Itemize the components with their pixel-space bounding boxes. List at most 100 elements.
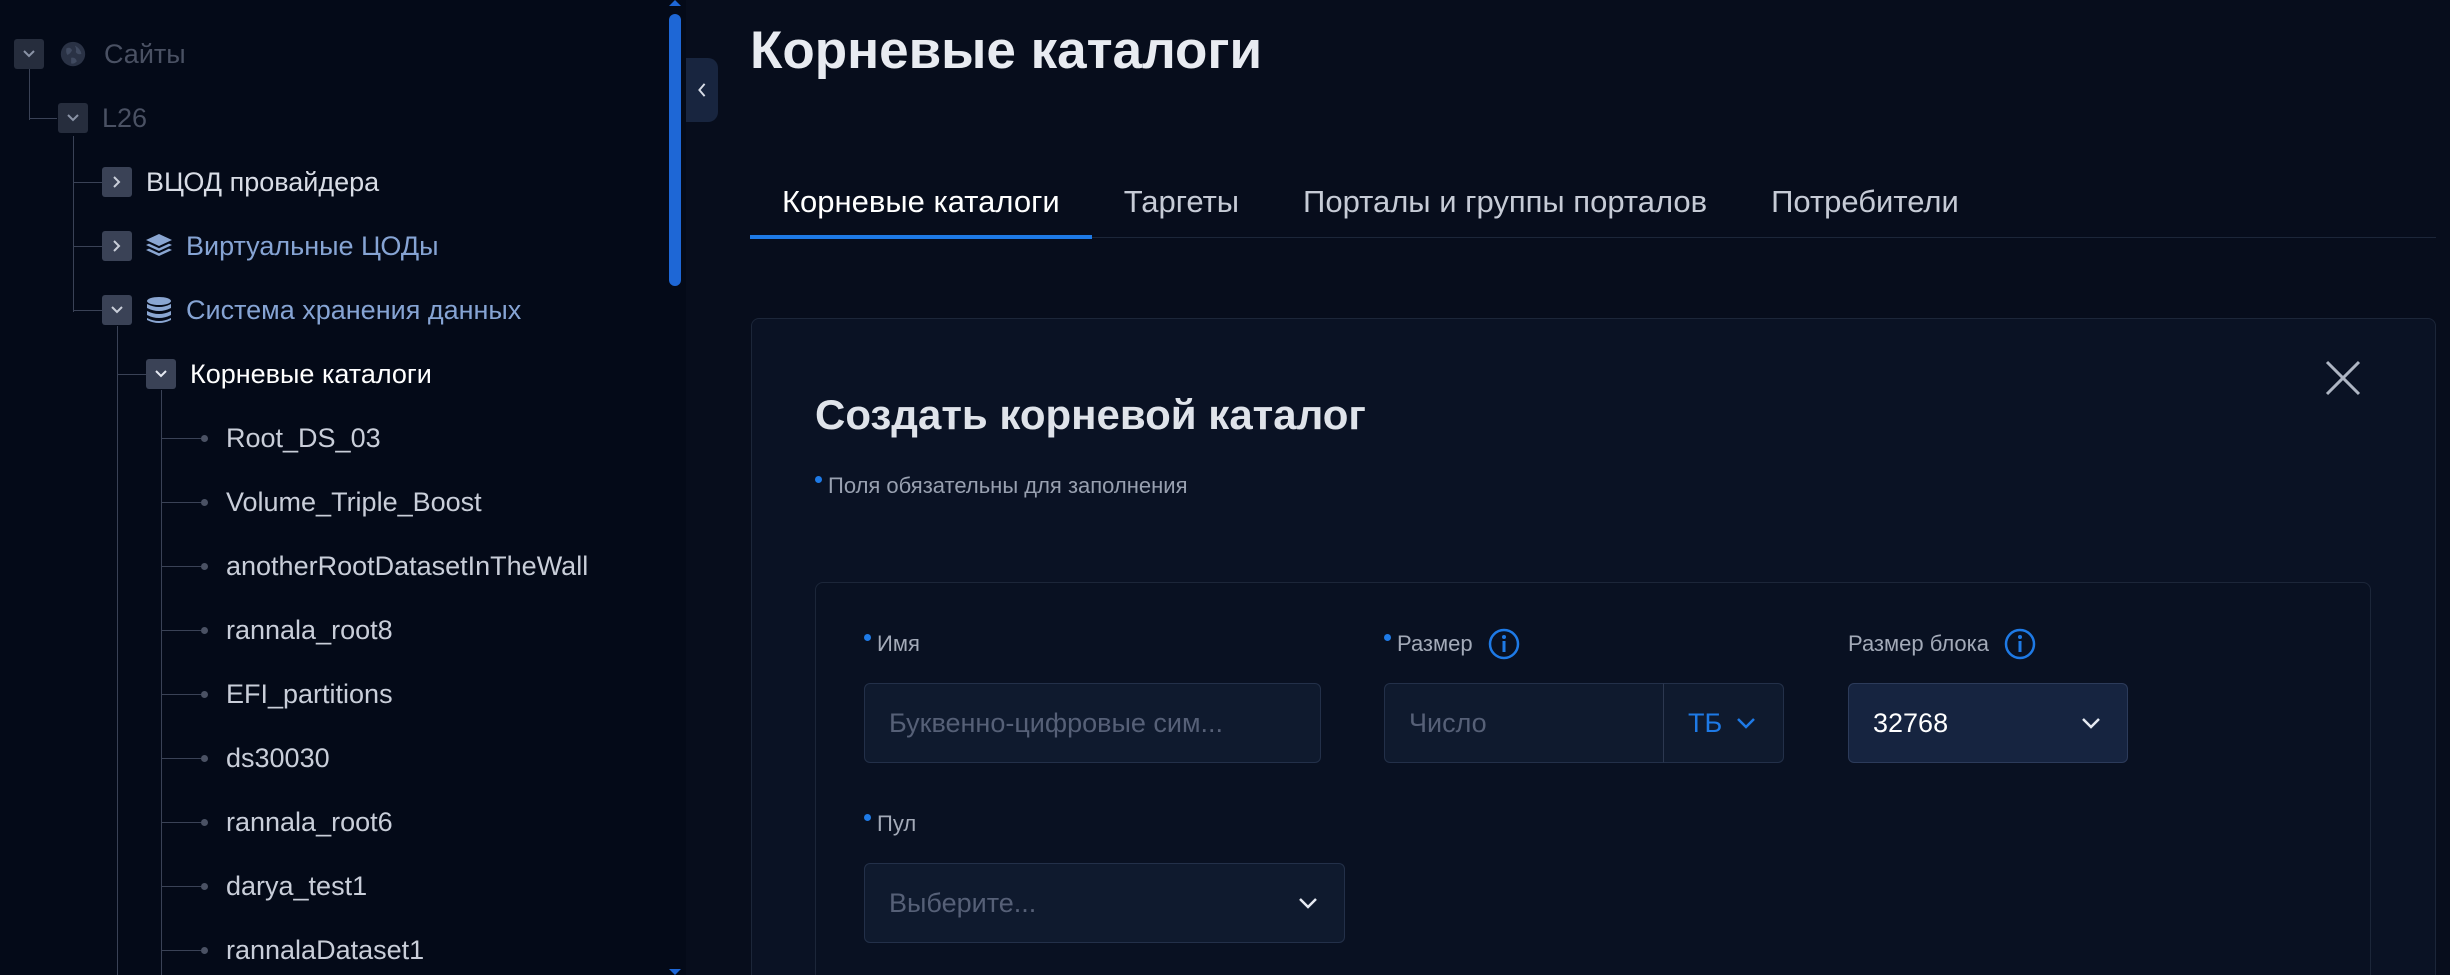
name-input[interactable] bbox=[864, 683, 1321, 763]
tree-item-label: Корневые каталоги bbox=[190, 358, 432, 389]
tree-connector bbox=[161, 502, 201, 503]
tree-item-vcod-provider[interactable]: ВЦОД провайдера bbox=[102, 150, 379, 214]
scroll-up-arrow[interactable] bbox=[669, 0, 681, 6]
block-size-label-text: Размер блока bbox=[1848, 631, 1990, 656]
tree-leaf-item[interactable]: Root_DS_03 bbox=[226, 406, 381, 470]
scroll-down-arrow[interactable] bbox=[669, 969, 681, 975]
leaf-bullet bbox=[201, 947, 208, 954]
sidebar: Сайты L26 ВЦОД провайдера Виртуальные ЦО… bbox=[0, 0, 686, 975]
size-input[interactable] bbox=[1384, 683, 1664, 763]
size-label-text: Размер bbox=[1397, 631, 1473, 656]
size-label: Размер bbox=[1384, 628, 1521, 667]
required-marker bbox=[864, 814, 871, 821]
chevron-right-icon[interactable] bbox=[102, 231, 132, 261]
required-marker bbox=[1384, 634, 1391, 641]
tree-connector bbox=[161, 566, 201, 567]
tree-item-label: ВЦОД провайдера bbox=[146, 166, 380, 197]
info-icon[interactable] bbox=[2003, 627, 2037, 667]
leaf-bullet bbox=[201, 627, 208, 634]
pool-select[interactable]: Выберите... bbox=[864, 863, 1345, 943]
close-button[interactable] bbox=[2322, 357, 2364, 399]
tree-connector bbox=[73, 182, 102, 183]
page-title: Корневые каталоги bbox=[750, 21, 1263, 80]
layers-icon bbox=[142, 229, 176, 263]
tree-connector bbox=[161, 758, 201, 759]
leaf-bullet bbox=[201, 883, 208, 890]
tree-connector bbox=[73, 310, 102, 311]
name-label: Имя bbox=[864, 631, 920, 657]
tree-item-sites[interactable]: Сайты bbox=[14, 22, 186, 86]
tree-leaf-item[interactable]: rannala_root6 bbox=[226, 790, 393, 854]
leaf-bullet bbox=[201, 755, 208, 762]
tree-leaf-label: EFI_partitions bbox=[226, 678, 393, 709]
database-icon bbox=[142, 293, 176, 327]
tab-consumers[interactable]: Потребители bbox=[1739, 166, 1991, 238]
pool-label-text: Пул bbox=[877, 811, 917, 836]
tree-leaf-label: darya_test1 bbox=[226, 870, 368, 901]
tree-connector bbox=[161, 630, 201, 631]
tab-portals[interactable]: Порталы и группы порталов bbox=[1271, 166, 1739, 238]
tree-leaf-label: anotherRootDatasetInTheWall bbox=[226, 550, 589, 581]
block-size-select[interactable]: 32768 bbox=[1848, 683, 2128, 763]
tree-item-l26[interactable]: L26 bbox=[58, 86, 147, 150]
required-marker bbox=[815, 476, 822, 483]
tree-connector bbox=[161, 886, 201, 887]
globe-icon bbox=[56, 37, 90, 71]
leaf-bullet bbox=[201, 499, 208, 506]
required-marker bbox=[864, 634, 871, 641]
form-panel: Имя Размер ТБ Размер блока bbox=[815, 582, 2371, 975]
chevron-down-icon[interactable] bbox=[14, 39, 44, 69]
tree-item-storage-system[interactable]: Система хранения данных bbox=[102, 278, 521, 342]
chevron-right-icon[interactable] bbox=[102, 167, 132, 197]
leaf-bullet bbox=[201, 691, 208, 698]
tree-leaf-item[interactable]: anotherRootDatasetInTheWall bbox=[226, 534, 588, 598]
block-size-label: Размер блока bbox=[1848, 628, 2037, 667]
tree-connector bbox=[117, 374, 146, 375]
info-icon[interactable] bbox=[1487, 627, 1521, 667]
size-unit-value: ТБ bbox=[1688, 707, 1723, 738]
tree-item-label: Система хранения данных bbox=[186, 294, 522, 325]
tab-targets[interactable]: Таргеты bbox=[1092, 166, 1271, 238]
tree-leaf-label: Root_DS_03 bbox=[226, 422, 381, 453]
pool-label: Пул bbox=[864, 811, 916, 837]
tree-connector bbox=[29, 118, 57, 119]
tree-leaf-label: rannala_root6 bbox=[226, 806, 393, 837]
tree-leaf-label: Volume_Triple_Boost bbox=[226, 486, 482, 517]
tree-leaf-item[interactable]: rannalaDataset1 bbox=[226, 918, 424, 975]
sidebar-scrollbar-thumb[interactable] bbox=[669, 14, 681, 286]
tab-root-catalogs[interactable]: Корневые каталоги bbox=[750, 166, 1092, 239]
leaf-bullet bbox=[201, 435, 208, 442]
chevron-down-icon bbox=[1299, 898, 1317, 909]
tab-bar: Корневые каталоги Таргеты Порталы и груп… bbox=[750, 166, 2436, 239]
tree-leaf-label: rannalaDataset1 bbox=[226, 934, 425, 965]
tree-item-virtual-dcs[interactable]: Виртуальные ЦОДы bbox=[102, 214, 439, 278]
tree-item-root-catalogs[interactable]: Корневые каталоги bbox=[146, 342, 432, 406]
tree-connector bbox=[161, 822, 201, 823]
tree-leaf-item[interactable]: Volume_Triple_Boost bbox=[226, 470, 482, 534]
tree-leaf-item[interactable]: EFI_partitions bbox=[226, 662, 393, 726]
chevron-down-icon bbox=[1737, 718, 1756, 729]
main-content: Корневые каталоги Корневые каталоги Тарг… bbox=[686, 0, 2450, 975]
chevron-down-icon[interactable] bbox=[146, 359, 176, 389]
required-fields-note: Поля обязательны для заполнения bbox=[815, 473, 1188, 499]
tree-connector bbox=[73, 136, 74, 312]
tree-connector bbox=[73, 246, 102, 247]
close-icon bbox=[2325, 360, 2361, 396]
tree-leaf-item[interactable]: ds30030 bbox=[226, 726, 330, 790]
tree-connector bbox=[161, 390, 162, 975]
chevron-down-icon[interactable] bbox=[102, 295, 132, 325]
block-size-value: 32768 bbox=[1873, 707, 1949, 738]
dialog-title: Создать корневой каталог bbox=[815, 391, 1366, 438]
tree-connector bbox=[117, 326, 118, 975]
navigation-tree: Сайты L26 ВЦОД провайдера Виртуальные ЦО… bbox=[0, 0, 670, 975]
tree-leaf-item[interactable]: rannala_root8 bbox=[226, 598, 393, 662]
tree-leaf-label: ds30030 bbox=[226, 742, 330, 773]
leaf-bullet bbox=[201, 819, 208, 826]
tree-connector bbox=[161, 950, 201, 951]
chevron-down-icon[interactable] bbox=[58, 103, 88, 133]
tree-leaf-item[interactable]: darya_test1 bbox=[226, 854, 367, 918]
tree-leaf-label: rannala_root8 bbox=[226, 614, 393, 645]
pool-placeholder: Выберите... bbox=[889, 887, 1037, 918]
size-unit-select[interactable]: ТБ bbox=[1663, 683, 1784, 763]
tree-item-label: Сайты bbox=[104, 38, 186, 69]
